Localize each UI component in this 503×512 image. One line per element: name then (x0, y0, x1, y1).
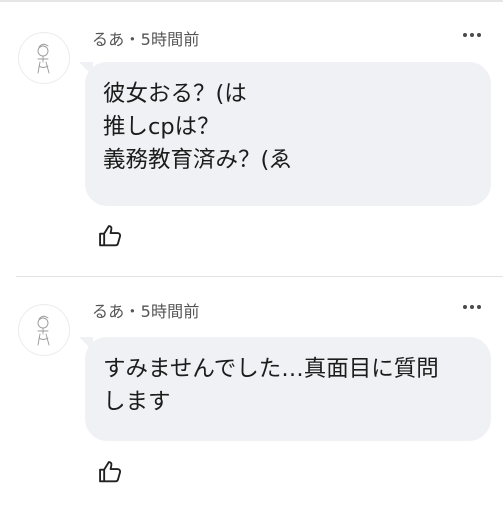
avatar[interactable] (18, 32, 70, 84)
comment-item: るあ・5時間前 彼女おる？(は 推しcpは？ 義務教育済み？(ゑ (0, 20, 503, 277)
comment-bubble: 彼女おる？(は 推しcpは？ 義務教育済み？(ゑ (79, 62, 491, 206)
avatar-sketch-icon (37, 43, 50, 74)
avatar[interactable] (18, 304, 70, 356)
comment-bubble: すみませんでした…真面目に質問 します (79, 337, 491, 441)
avatar-sketch-icon (37, 315, 50, 346)
more-dot (477, 33, 481, 37)
comment-divider (16, 276, 503, 277)
comment-text-line: 義務教育済み？(ゑ (103, 147, 292, 173)
comment-text-line: します (103, 389, 171, 415)
comment-author-time: るあ・5時間前 (92, 302, 200, 321)
comment-text-line: 彼女おる？(は (103, 81, 247, 107)
comment-author-time: るあ・5時間前 (92, 30, 200, 49)
thumbs-up-icon (99, 225, 122, 247)
top-divider (0, 0, 503, 2)
comment-text-line: すみませんでした…真面目に質問 (103, 356, 439, 382)
more-dot (470, 305, 474, 309)
like-button[interactable] (96, 458, 124, 486)
more-horizontal-icon (463, 305, 467, 309)
more-horizontal-icon (463, 33, 467, 37)
more-dot (477, 305, 481, 309)
bubble-tail (79, 62, 93, 76)
bubble-tail (79, 337, 93, 351)
comment-text-line: 推しcpは？ (103, 114, 220, 140)
more-options-button[interactable] (457, 24, 487, 46)
comment-item: るあ・5時間前 すみませんでした…真面目に質問 します (0, 292, 503, 512)
thumbs-up-icon (99, 461, 122, 483)
more-options-button[interactable] (457, 296, 487, 318)
more-dot (470, 33, 474, 37)
like-button[interactable] (96, 222, 124, 250)
